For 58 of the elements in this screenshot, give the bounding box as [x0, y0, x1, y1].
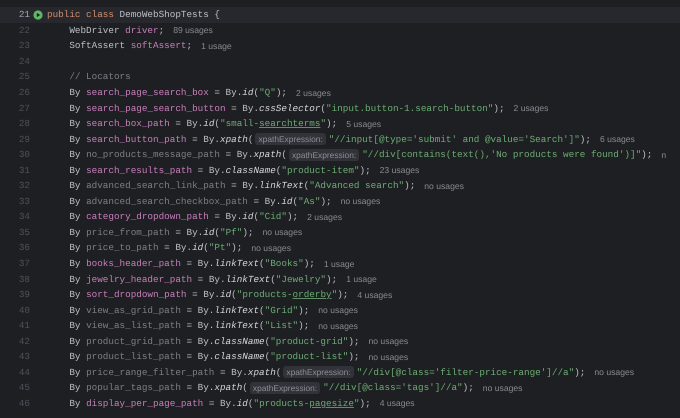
- code-text: "//div[contains(text(),'No products were found')]");: [362, 149, 652, 160]
- parameter-hint: xpathExpression:: [283, 366, 354, 378]
- code-text: By display_per_page_path = By.id("products-pagesize");: [68, 398, 371, 409]
- code-text: "//div[@class='filter-price-range']//a");: [356, 366, 586, 378]
- code-text: WebDriver driver;: [68, 24, 164, 36]
- code-text: By popular_tags_path = By.xpath(: [68, 382, 248, 394]
- code-text: // Locators: [68, 71, 131, 82]
- usages-hint[interactable]: no usages: [318, 320, 358, 331]
- usages-hint[interactable]: no usages: [594, 367, 634, 378]
- usages-hint[interactable]: 6 usages: [600, 134, 635, 144]
- usages-hint[interactable]: 23 usages: [380, 165, 420, 176]
- usages-hint[interactable]: n: [661, 150, 666, 160]
- usages-hint[interactable]: 2 usages: [514, 103, 548, 114]
- code-text: By search_button_path = By.xpath(: [68, 134, 254, 145]
- code-text: "//input[@type='submit' and @value='Search']");: [328, 134, 591, 145]
- usages-hint[interactable]: 5 usages: [346, 118, 382, 129]
- code-text: By search_results_path = By.className("product-item");: [68, 164, 371, 176]
- usages-hint[interactable]: no usages: [318, 305, 358, 316]
- code-text: SoftAssert softAssert;: [68, 40, 192, 52]
- code-text: By product_grid_path = By.className("product-grid");: [68, 336, 360, 347]
- usages-hint[interactable]: no usages: [368, 336, 408, 346]
- code-text: By sort_dropdown_path = By.id("products-orderby");: [68, 289, 348, 300]
- usages-hint[interactable]: 4 usages: [357, 290, 392, 300]
- code-text: By price_to_path = By.id("Pt");: [68, 242, 242, 254]
- usages-hint[interactable]: no usages: [482, 382, 522, 393]
- code-text: public class DemoWebShopTests {: [47, 9, 220, 20]
- parameter-hint: xpathExpression:: [255, 133, 326, 146]
- usages-hint[interactable]: 2 usages: [307, 212, 342, 222]
- code-text: By product_list_path = By.className("product-list");: [68, 351, 360, 362]
- usages-hint[interactable]: no usages: [340, 196, 380, 206]
- code-text: By view_as_list_path = By.linkText("List");: [68, 320, 310, 332]
- code-text: By category_dropdown_path = By.id("Cid");: [68, 211, 298, 222]
- line-number: 21: [18, 9, 30, 20]
- run-icon[interactable]: [33, 10, 43, 20]
- usages-hint[interactable]: 2 usages: [296, 88, 331, 98]
- parameter-hint: xpathExpression:: [288, 148, 360, 161]
- code-text: By search_box_path = By.id("small-searchterms");: [68, 118, 338, 130]
- parameter-hint: xpathExpression:: [250, 382, 320, 394]
- code-text: By jewelry_header_path = By.linkText("Jewelry");: [68, 274, 338, 285]
- code-text: By advanced_search_checkbox_path = By.id("As");: [68, 196, 332, 207]
- code-text: By books_header_path = By.linkText("Books");: [68, 258, 315, 270]
- usages-hint[interactable]: 1 usage: [324, 258, 354, 269]
- code-text: By price_from_path = By.id("Pf");: [68, 226, 254, 238]
- usages-hint[interactable]: no usages: [251, 242, 292, 253]
- code-text: By search_page_search_button = By.cssSelector("input.button-1.search-button");: [68, 102, 505, 114]
- code-text: By advanced_search_link_path = By.linkText("Advanced search");: [68, 180, 416, 192]
- usages-hint[interactable]: 89 usages: [173, 25, 213, 36]
- code-text: "//div[@class='tags']//a");: [323, 382, 474, 394]
- code-text: By view_as_grid_path = By.linkText("Grid");: [68, 304, 310, 316]
- code-text: By no_products_message_path = By.xpath(: [68, 149, 287, 160]
- code-text: By price_range_filter_path = By.xpath(: [68, 366, 282, 378]
- usages-hint[interactable]: 1 usage: [346, 274, 377, 284]
- usages-hint[interactable]: no usages: [262, 227, 302, 238]
- usages-hint[interactable]: no usages: [424, 180, 464, 191]
- usages-hint[interactable]: 4 usages: [380, 398, 415, 408]
- usages-hint[interactable]: 1 usage: [201, 40, 232, 51]
- code-text: By search_page_search_box = By.id("Q");: [68, 87, 287, 98]
- usages-hint[interactable]: no usages: [368, 352, 408, 362]
